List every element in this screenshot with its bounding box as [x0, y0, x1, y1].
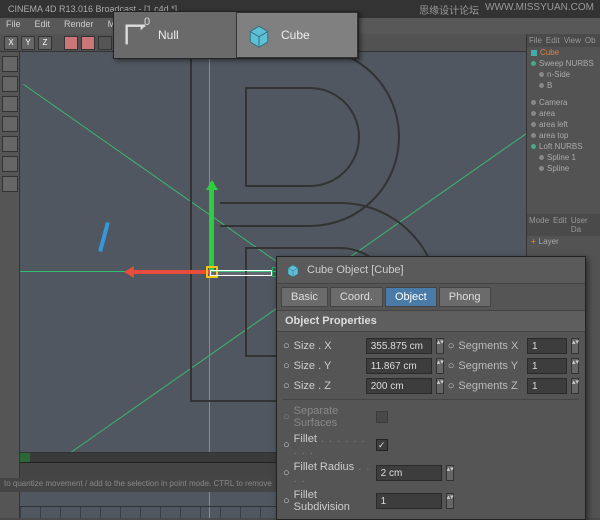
spinner[interactable]: ▴▾: [571, 358, 579, 374]
left-tool-icon[interactable]: [2, 116, 18, 132]
attr-header: Cube Object [Cube]: [277, 257, 585, 284]
cube-icon: [245, 21, 273, 49]
menu-render[interactable]: Render: [62, 19, 96, 33]
scene-item[interactable]: Sweep NURBS: [527, 58, 600, 69]
light-icon: [531, 133, 536, 138]
light-icon: [531, 122, 536, 127]
nurbs-icon: [531, 144, 536, 149]
spinner[interactable]: ▴▾: [436, 338, 444, 354]
menu-file[interactable]: File: [4, 19, 23, 33]
scene-item[interactable]: n-Side: [527, 69, 600, 80]
primitive-popup: 0 Null Cube: [113, 11, 359, 59]
scene-item[interactable]: Loft NURBS: [527, 141, 600, 152]
tool-icon[interactable]: [64, 36, 78, 50]
fillet-checkbox[interactable]: ✓: [376, 439, 388, 451]
row-size-z: ○Size . Z ▴▾ ○Segments Z ▴▾: [283, 376, 579, 396]
menu-edit[interactable]: Edit: [33, 19, 53, 33]
scene-item[interactable]: Spline: [527, 163, 600, 174]
tab-coord[interactable]: Coord.: [330, 287, 383, 307]
layer-label[interactable]: +Layer: [527, 236, 600, 247]
attribute-manager-menu: Mode Edit User Da: [527, 214, 600, 236]
scene-item[interactable]: B: [527, 80, 600, 91]
gizmo-y-axis[interactable]: [210, 182, 214, 272]
scene-item[interactable]: Spline 1: [527, 152, 600, 163]
spline-icon: [539, 155, 544, 160]
size-z-input[interactable]: [366, 378, 432, 394]
tab-phong[interactable]: Phong: [439, 287, 491, 307]
scene-item[interactable]: area top: [527, 130, 600, 141]
axis-z-button[interactable]: Z: [38, 36, 52, 50]
cube-icon: [531, 50, 537, 56]
create-null-item[interactable]: 0 Null: [114, 12, 236, 58]
spinner[interactable]: ▴▾: [436, 378, 444, 394]
spline-icon: [539, 83, 544, 88]
scene-item[interactable]: area: [527, 108, 600, 119]
tool-icon[interactable]: [81, 36, 95, 50]
left-tool-icon[interactable]: [2, 136, 18, 152]
left-tool-icon[interactable]: [2, 176, 18, 192]
nurbs-icon: [531, 61, 536, 66]
create-cube-item[interactable]: Cube: [236, 12, 358, 58]
left-tool-icon[interactable]: [2, 96, 18, 112]
cube-attribute-panel: Cube Object [Cube] Basic Coord. Object P…: [276, 256, 586, 520]
gizmo-x-axis[interactable]: [128, 270, 212, 274]
spinner[interactable]: ▴▾: [446, 493, 454, 509]
tab-object[interactable]: Object: [385, 287, 437, 307]
left-tool-icon[interactable]: [2, 76, 18, 92]
left-toolbar: [0, 52, 20, 518]
row-size-x: ○Size . X ▴▾ ○Segments X ▴▾: [283, 336, 579, 356]
light-icon: [531, 111, 536, 116]
scene-item[interactable]: Camera: [527, 97, 600, 108]
left-tool-icon[interactable]: [2, 56, 18, 72]
size-x-input[interactable]: [366, 338, 432, 354]
row-fillet-subdivision: ○Fillet Subdivision ▴▾: [283, 487, 579, 515]
row-separate-surfaces: ○Separate Surfaces: [283, 403, 579, 431]
axis-x-button[interactable]: X: [4, 36, 18, 50]
scene-item[interactable]: area left: [527, 119, 600, 130]
segments-y-input[interactable]: [527, 358, 567, 374]
axis-y-button[interactable]: Y: [21, 36, 35, 50]
fillet-radius-input[interactable]: [376, 465, 442, 481]
segments-x-input[interactable]: [527, 338, 567, 354]
gizmo-z-axis[interactable]: [98, 222, 110, 252]
camera-icon: [531, 100, 536, 105]
spinner[interactable]: ▴▾: [446, 465, 454, 481]
row-fillet-radius: ○Fillet Radius ▴▾: [283, 459, 579, 487]
null-label: Null: [158, 28, 179, 42]
cube-label: Cube: [281, 28, 310, 42]
object-manager-menu: File Edit View Ob: [527, 34, 600, 47]
row-fillet: ○Fillet ✓: [283, 431, 579, 459]
spline-icon: [539, 166, 544, 171]
tool-icon[interactable]: [98, 36, 112, 50]
watermark: 思缘设计论坛 WWW.MISSYUAN.COM: [419, 2, 594, 17]
selected-cube-outline[interactable]: [210, 270, 272, 276]
attr-title: Cube Object [Cube]: [307, 264, 404, 276]
tab-basic[interactable]: Basic: [281, 287, 328, 307]
size-y-input[interactable]: [366, 358, 432, 374]
separate-surfaces-checkbox: [376, 411, 388, 423]
attr-section: Object Properties: [277, 310, 585, 332]
scene-item-cube[interactable]: Cube: [527, 47, 600, 58]
fillet-subdivision-input[interactable]: [376, 493, 442, 509]
spline-icon: [539, 72, 544, 77]
attr-tabs: Basic Coord. Object Phong: [277, 284, 585, 310]
row-size-y: ○Size . Y ▴▾ ○Segments Y ▴▾: [283, 356, 579, 376]
spinner[interactable]: ▴▾: [571, 378, 579, 394]
segments-z-input[interactable]: [527, 378, 567, 394]
cube-icon: [285, 262, 301, 278]
spinner[interactable]: ▴▾: [571, 338, 579, 354]
spinner[interactable]: ▴▾: [436, 358, 444, 374]
left-tool-icon[interactable]: [2, 156, 18, 172]
